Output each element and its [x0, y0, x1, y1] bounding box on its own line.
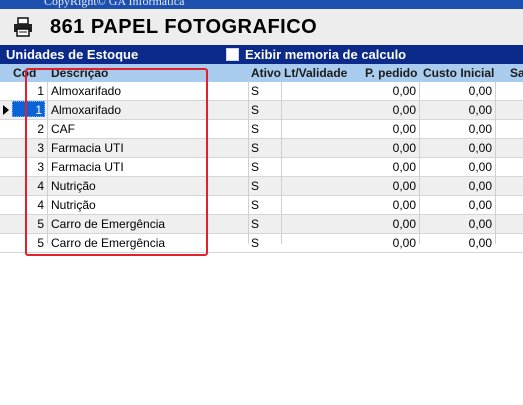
- cell-p-pedido[interactable]: 0,00: [348, 84, 416, 98]
- col-header-custo-inicial[interactable]: Custo Inicial: [423, 66, 494, 80]
- cell-custo-inicial[interactable]: 0,00: [424, 179, 492, 193]
- cell-custo-inicial[interactable]: 0,00: [424, 84, 492, 98]
- cell-custo-inicial[interactable]: 0,00: [424, 141, 492, 155]
- product-header: 861 PAPEL FOTOGRAFICO: [0, 9, 523, 45]
- cell-ativo[interactable]: S: [251, 217, 259, 231]
- column-divider: [495, 82, 496, 244]
- highlight-box: [25, 68, 208, 256]
- cell-ativo[interactable]: S: [251, 122, 259, 136]
- cell-p-pedido[interactable]: 0,00: [348, 122, 416, 136]
- printer-icon[interactable]: [13, 17, 33, 37]
- copyright-text: CopyRight© GA Informática: [44, 0, 185, 8]
- column-divider: [248, 82, 249, 244]
- cell-custo-inicial[interactable]: 0,00: [424, 217, 492, 231]
- window-titlebar: CopyRight© GA Informática: [0, 0, 523, 9]
- cell-custo-inicial[interactable]: 0,00: [424, 103, 492, 117]
- col-header-p-pedido[interactable]: P. pedido: [365, 66, 417, 80]
- cell-p-pedido[interactable]: 0,00: [348, 179, 416, 193]
- show-calc-memory-label[interactable]: Exibir memoria de calculo: [245, 47, 406, 62]
- row-pointer-icon: [3, 105, 9, 115]
- cell-ativo[interactable]: S: [251, 179, 259, 193]
- cell-ativo[interactable]: S: [251, 84, 259, 98]
- cell-p-pedido[interactable]: 0,00: [348, 217, 416, 231]
- col-header-ativo[interactable]: Ativo: [251, 66, 281, 80]
- cell-ativo[interactable]: S: [251, 236, 259, 250]
- cell-custo-inicial[interactable]: 0,00: [424, 122, 492, 136]
- col-header-sa[interactable]: Sa: [510, 66, 523, 80]
- cell-p-pedido[interactable]: 0,00: [348, 141, 416, 155]
- cell-p-pedido[interactable]: 0,00: [348, 103, 416, 117]
- cell-p-pedido[interactable]: 0,00: [348, 198, 416, 212]
- stock-units-label: Unidades de Estoque: [6, 47, 139, 62]
- cell-p-pedido[interactable]: 0,00: [348, 236, 416, 250]
- col-header-lt-validade[interactable]: Lt/Validade: [284, 66, 347, 80]
- show-calc-memory-checkbox[interactable]: [226, 48, 239, 61]
- cell-p-pedido[interactable]: 0,00: [348, 160, 416, 174]
- column-divider: [281, 82, 282, 244]
- cell-custo-inicial[interactable]: 0,00: [424, 160, 492, 174]
- cell-custo-inicial[interactable]: 0,00: [424, 236, 492, 250]
- product-title: 861 PAPEL FOTOGRAFICO: [50, 16, 318, 38]
- cell-ativo[interactable]: S: [251, 198, 259, 212]
- cell-ativo[interactable]: S: [251, 141, 259, 155]
- cell-ativo[interactable]: S: [251, 103, 259, 117]
- stock-units-bar: Unidades de Estoque Exibir memoria de ca…: [0, 45, 523, 64]
- cell-custo-inicial[interactable]: 0,00: [424, 198, 492, 212]
- cell-ativo[interactable]: S: [251, 160, 259, 174]
- column-divider: [419, 82, 420, 244]
